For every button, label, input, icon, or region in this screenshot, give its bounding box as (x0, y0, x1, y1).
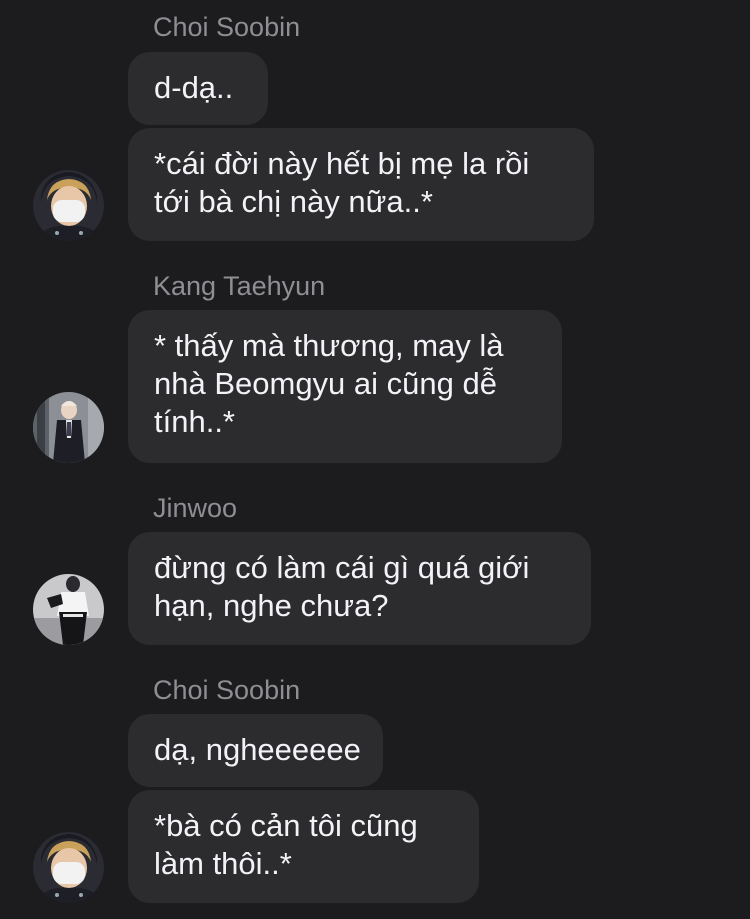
profile-photo-icon (33, 170, 104, 241)
message-bubble[interactable]: dạ, ngheeeeee (128, 714, 383, 787)
message-bubble[interactable]: *bà có cản tôi cũng làm thôi..* (128, 790, 479, 903)
sender-name: Kang Taehyun (153, 271, 326, 301)
avatar-choi-soobin[interactable] (33, 170, 104, 241)
sender-name: Jinwoo (153, 493, 238, 523)
message-text: *bà có cản tôi cũng (154, 808, 418, 843)
message-bubble[interactable]: * thấy mà thương, may là nhà Beomgyu ai … (128, 310, 562, 463)
message-text: dạ, ngheeeeee (154, 732, 361, 767)
avatar-choi-soobin[interactable] (33, 832, 104, 903)
profile-photo-icon (33, 392, 104, 463)
message-text: d-dạ.. (154, 70, 234, 105)
profile-photo-icon (33, 574, 104, 645)
sender-name: Choi Soobin (153, 12, 301, 42)
message-bubble[interactable]: d-dạ.. (128, 52, 268, 125)
sender-name: Choi Soobin (153, 675, 301, 705)
avatar-kang-taehyun[interactable] (33, 392, 104, 463)
message-text: hạn, nghe chưa? (154, 588, 389, 623)
message-bubble[interactable]: *cái đời này hết bị mẹ la rồi tới bà chị… (128, 128, 594, 241)
message-text: nhà Beomgyu ai cũng dễ (154, 366, 497, 401)
message-text: tới bà chị này nữa..* (154, 184, 433, 219)
profile-photo-icon (33, 832, 104, 903)
message-text: làm thôi..* (154, 846, 292, 881)
chat-screen: { "messages": [ { "sender": "Choi Soobin… (0, 0, 750, 919)
message-text: * thấy mà thương, may là (154, 328, 504, 363)
avatar-jinwoo[interactable] (33, 574, 104, 645)
message-bubble[interactable]: đừng có làm cái gì quá giới hạn, nghe ch… (128, 532, 591, 645)
message-text: *cái đời này hết bị mẹ la rồi (154, 146, 530, 181)
message-text: tính..* (154, 404, 235, 439)
message-text: đừng có làm cái gì quá giới (154, 550, 530, 585)
